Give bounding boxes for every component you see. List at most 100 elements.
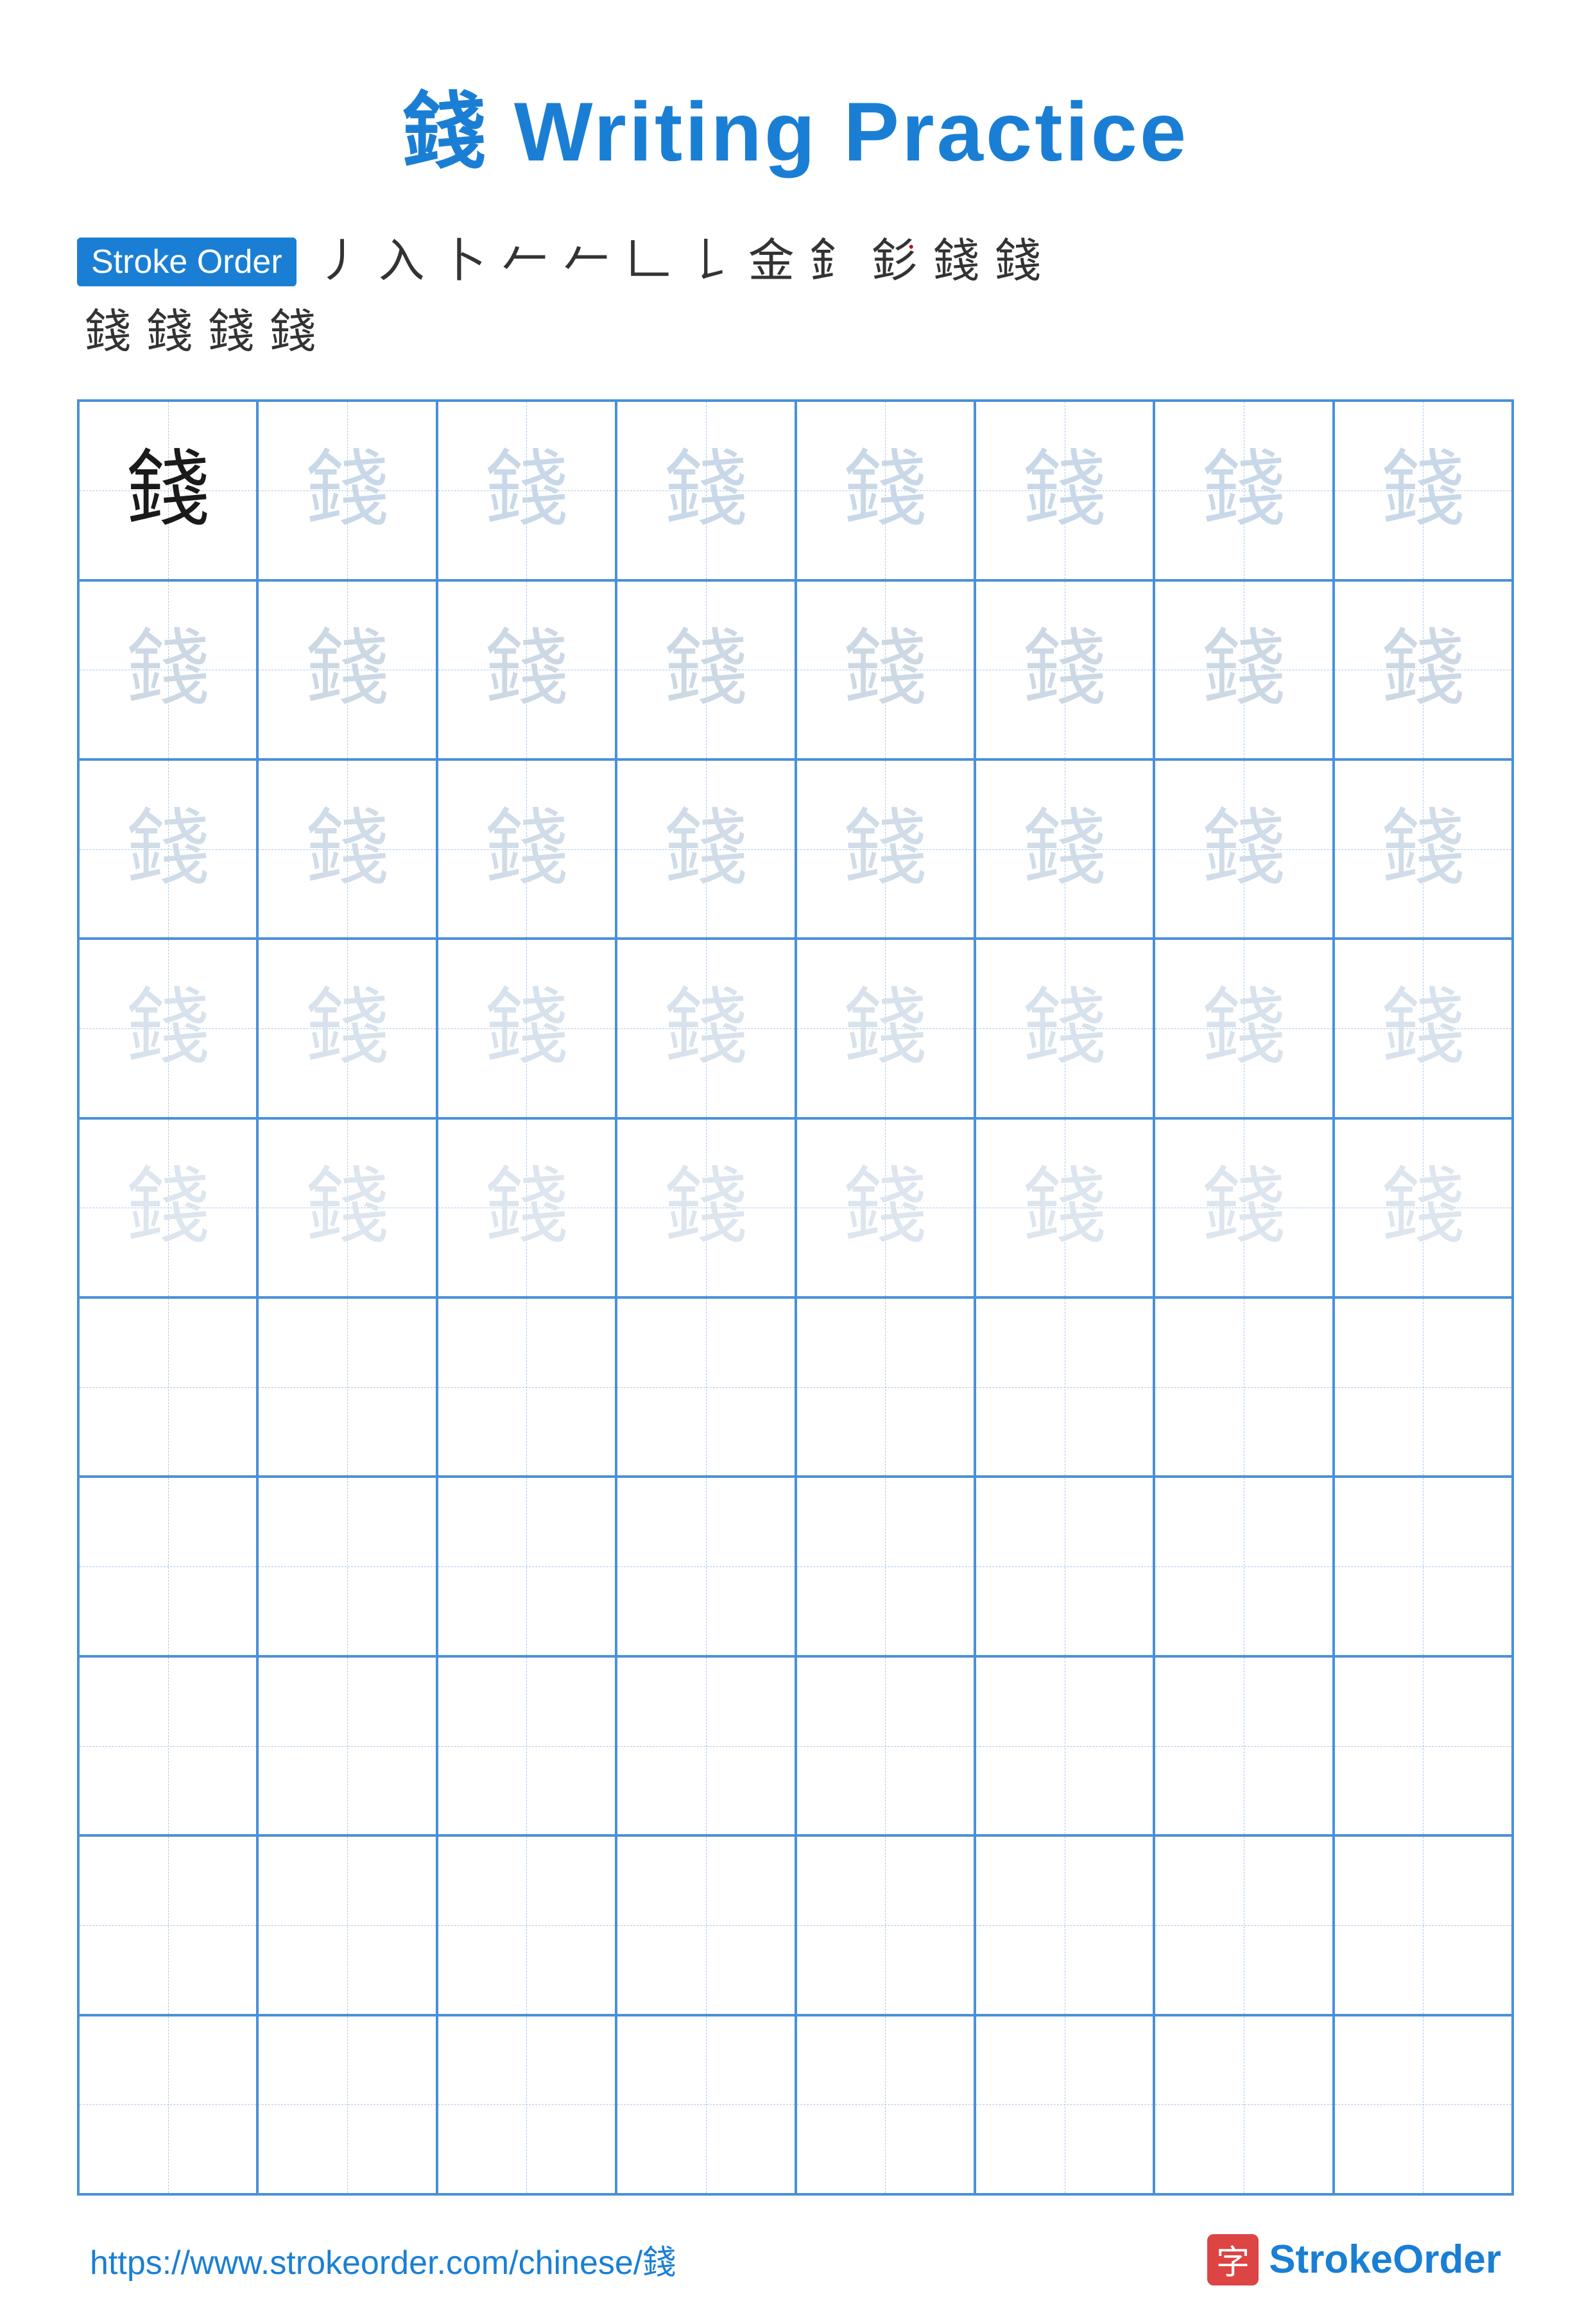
grid-cell-6-6[interactable]: [975, 1297, 1154, 1477]
grid-cell-7-4[interactable]: [616, 1477, 795, 1656]
grid-cell-2-6[interactable]: 錢: [975, 580, 1154, 759]
grid-cell-3-6[interactable]: 錢: [975, 759, 1154, 939]
grid-cell-2-3[interactable]: 錢: [437, 580, 616, 759]
grid-cell-2-1[interactable]: 錢: [78, 580, 257, 759]
stroke-10: 釤・: [872, 236, 918, 287]
grid-cell-2-4[interactable]: 錢: [616, 580, 795, 759]
stroke-order-row1: Stroke Order 丿 入 卜 𠂉 𠂉 𠃊 𠄌 金 釒 釤・ 錢 錢: [77, 236, 1514, 287]
grid-cell-7-6[interactable]: [975, 1477, 1154, 1656]
grid-cell-3-2[interactable]: 錢: [257, 759, 436, 939]
practice-char-guide: 錢: [664, 449, 748, 532]
grid-cell-8-1[interactable]: [78, 1656, 257, 1835]
grid-cell-4-1[interactable]: 錢: [78, 939, 257, 1118]
grid-cell-6-1[interactable]: [78, 1297, 257, 1477]
grid-cell-6-3[interactable]: [437, 1297, 616, 1477]
grid-cell-9-7[interactable]: [1154, 1835, 1333, 2015]
practice-char-guide: 錢: [843, 449, 927, 532]
grid-cell-8-4[interactable]: [616, 1656, 795, 1835]
page-title: 錢 Writing Practice: [402, 64, 1189, 185]
grid-cell-1-8[interactable]: 錢: [1334, 401, 1513, 580]
grid-cell-3-7[interactable]: 錢: [1154, 759, 1333, 939]
grid-cell-3-1[interactable]: 錢: [78, 759, 257, 939]
grid-cell-5-7[interactable]: 錢: [1154, 1118, 1333, 1297]
stroke-order-section: Stroke Order 丿 入 卜 𠂉 𠂉 𠃊 𠄌 金 釒 釤・ 錢 錢 錢 …: [77, 236, 1514, 361]
grid-cell-5-2[interactable]: 錢: [257, 1118, 436, 1297]
grid-cell-3-4[interactable]: 錢: [616, 759, 795, 939]
grid-cell-10-8[interactable]: [1334, 2015, 1513, 2194]
grid-cell-1-5[interactable]: 錢: [796, 401, 975, 580]
grid-cell-6-5[interactable]: [796, 1297, 975, 1477]
grid-cell-8-3[interactable]: [437, 1656, 616, 1835]
grid-cell-4-6[interactable]: 錢: [975, 939, 1154, 1118]
grid-row-9: [78, 1835, 1513, 2015]
stroke-11: 錢: [933, 236, 979, 287]
grid-cell-3-3[interactable]: 錢: [437, 759, 616, 939]
grid-cell-6-2[interactable]: [257, 1297, 436, 1477]
grid-cell-5-1[interactable]: 錢: [78, 1118, 257, 1297]
grid-cell-4-2[interactable]: 錢: [257, 939, 436, 1118]
grid-cell-4-5[interactable]: 錢: [796, 939, 975, 1118]
grid-cell-5-5[interactable]: 錢: [796, 1118, 975, 1297]
grid-cell-6-8[interactable]: [1334, 1297, 1513, 1477]
grid-cell-6-7[interactable]: [1154, 1297, 1333, 1477]
grid-cell-10-7[interactable]: [1154, 2015, 1333, 2194]
grid-cell-5-6[interactable]: 錢: [975, 1118, 1154, 1297]
grid-cell-10-4[interactable]: [616, 2015, 795, 2194]
grid-cell-7-3[interactable]: [437, 1477, 616, 1656]
stroke-order-badge: Stroke Order: [77, 238, 297, 286]
grid-cell-4-7[interactable]: 錢: [1154, 939, 1333, 1118]
stroke-order-row2: 錢 錢 錢 錢: [77, 293, 1514, 361]
grid-cell-4-8[interactable]: 錢: [1334, 939, 1513, 1118]
grid-cell-10-5[interactable]: [796, 2015, 975, 2194]
grid-cell-10-1[interactable]: [78, 2015, 257, 2194]
grid-cell-5-3[interactable]: 錢: [437, 1118, 616, 1297]
grid-cell-5-4[interactable]: 錢: [616, 1118, 795, 1297]
grid-cell-3-8[interactable]: 錢: [1334, 759, 1513, 939]
grid-cell-8-8[interactable]: [1334, 1656, 1513, 1835]
grid-cell-2-8[interactable]: 錢: [1334, 580, 1513, 759]
grid-cell-9-5[interactable]: [796, 1835, 975, 2015]
grid-cell-2-7[interactable]: 錢: [1154, 580, 1333, 759]
title-text: Writing Practice: [488, 85, 1189, 178]
grid-cell-1-1[interactable]: 錢: [78, 401, 257, 580]
page: 錢 Writing Practice Stroke Order 丿 入 卜 𠂉 …: [0, 0, 1591, 2324]
grid-cell-9-4[interactable]: [616, 1835, 795, 2015]
practice-char-guide: 錢: [1023, 449, 1106, 532]
grid-cell-7-1[interactable]: [78, 1477, 257, 1656]
grid-cell-10-2[interactable]: [257, 2015, 436, 2194]
grid-cell-2-2[interactable]: 錢: [257, 580, 436, 759]
grid-cell-1-6[interactable]: 錢: [975, 401, 1154, 580]
grid-cell-1-3[interactable]: 錢: [437, 401, 616, 580]
grid-cell-1-4[interactable]: 錢: [616, 401, 795, 580]
grid-cell-7-7[interactable]: [1154, 1477, 1333, 1656]
grid-cell-10-6[interactable]: [975, 2015, 1154, 2194]
footer-url[interactable]: https://www.strokeorder.com/chinese/錢: [90, 2235, 676, 2284]
grid-cell-5-8[interactable]: 錢: [1334, 1118, 1513, 1297]
grid-cell-9-1[interactable]: [78, 1835, 257, 2015]
grid-cell-9-2[interactable]: [257, 1835, 436, 2015]
grid-row-6: [78, 1297, 1513, 1477]
grid-cell-8-2[interactable]: [257, 1656, 436, 1835]
grid-cell-7-5[interactable]: [796, 1477, 975, 1656]
brand-char: 字: [1216, 2235, 1250, 2284]
grid-cell-1-2[interactable]: 錢: [257, 401, 436, 580]
grid-cell-8-6[interactable]: [975, 1656, 1154, 1835]
grid-cell-8-7[interactable]: [1154, 1656, 1333, 1835]
grid-cell-9-3[interactable]: [437, 1835, 616, 2015]
grid-cell-3-5[interactable]: 錢: [796, 759, 975, 939]
grid-cell-8-5[interactable]: [796, 1656, 975, 1835]
grid-cell-4-3[interactable]: 錢: [437, 939, 616, 1118]
stroke-12: 錢: [995, 236, 1041, 287]
grid-row-1: 錢 錢 錢 錢 錢 錢 錢 錢: [78, 401, 1513, 580]
grid-cell-9-6[interactable]: [975, 1835, 1154, 2015]
grid-cell-2-5[interactable]: 錢: [796, 580, 975, 759]
grid-cell-6-4[interactable]: [616, 1297, 795, 1477]
grid-cell-7-2[interactable]: [257, 1477, 436, 1656]
grid-cell-4-4[interactable]: 錢: [616, 939, 795, 1118]
grid-row-2: 錢 錢 錢 錢 錢 錢 錢 錢: [78, 580, 1513, 759]
grid-cell-10-3[interactable]: [437, 2015, 616, 2194]
grid-cell-7-8[interactable]: [1334, 1477, 1513, 1656]
title-char: 錢: [402, 87, 488, 179]
grid-cell-1-7[interactable]: 錢: [1154, 401, 1333, 580]
grid-cell-9-8[interactable]: [1334, 1835, 1513, 2015]
